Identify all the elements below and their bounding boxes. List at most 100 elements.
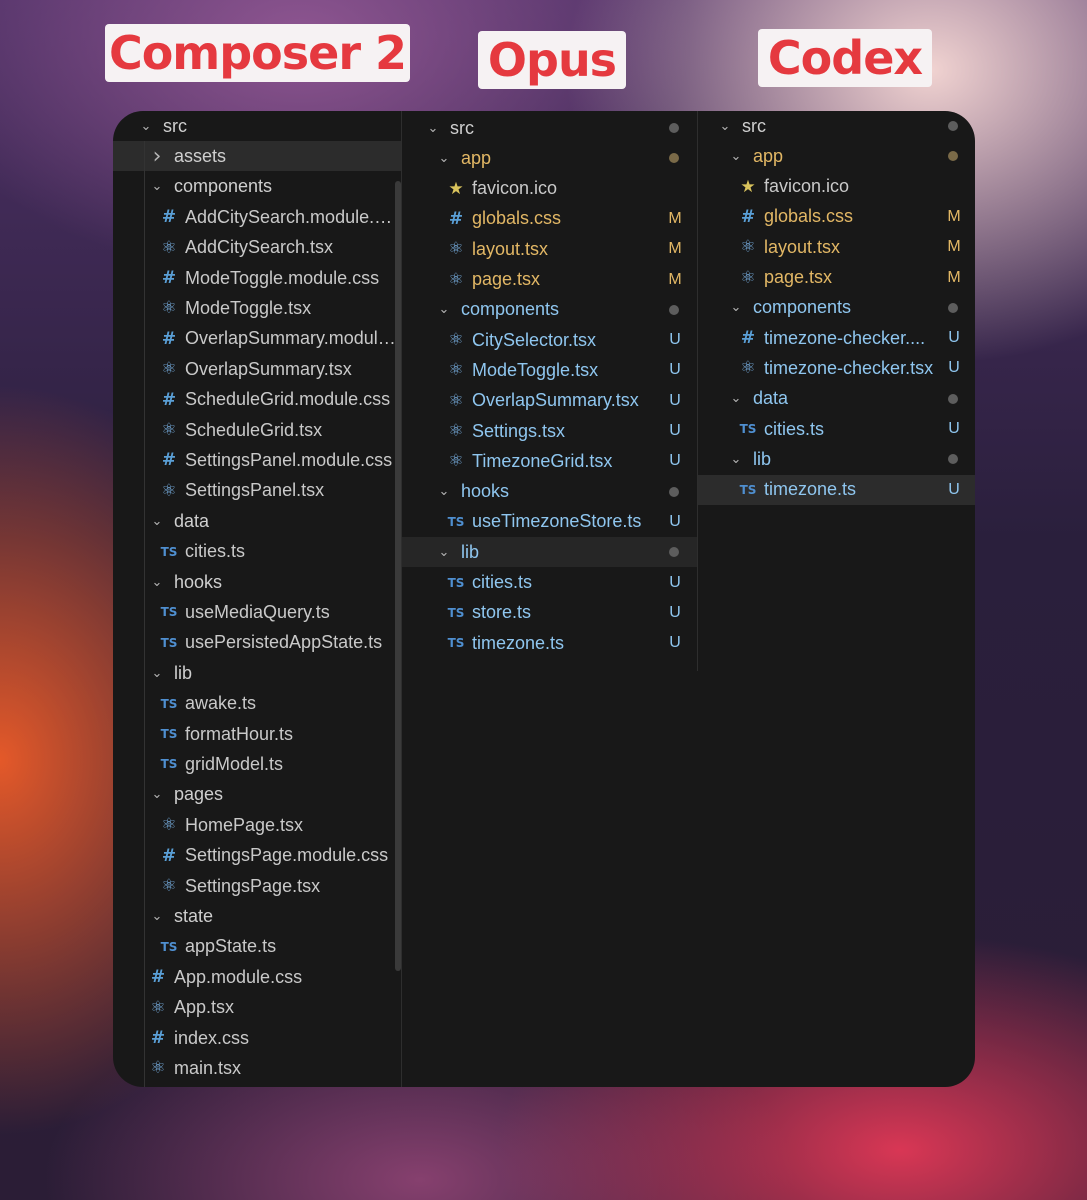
file-index-css[interactable]: # index.css — [113, 1023, 401, 1053]
file-timezonegrid-tsx[interactable]: ⚛ TimezoneGrid.tsx U — [402, 446, 697, 476]
file-modetoggle-tsx[interactable]: ⚛ ModeToggle.tsx — [113, 293, 401, 323]
file-cities-ts[interactable]: TS cities.ts U — [402, 568, 697, 598]
item-label: timezone-checker.... — [764, 327, 926, 348]
file-overlapsummary-module[interactable]: # OverlapSummary.module... — [113, 324, 401, 354]
chevron-down-icon[interactable]: ⌄ — [137, 119, 155, 134]
chevron-down-icon[interactable]: ⌄ — [148, 666, 166, 681]
folder-src[interactable]: ⌄ src — [698, 111, 975, 141]
item-label: src — [450, 117, 474, 138]
file-overlapsummary-tsx[interactable]: ⚛ OverlapSummary.tsx — [113, 354, 401, 384]
chevron-down-icon[interactable]: ⌄ — [727, 391, 745, 406]
file-timezone-checker-tsx[interactable]: ⚛ timezone-checker.tsx U — [698, 353, 975, 383]
folder-hooks[interactable]: ⌄ hooks — [113, 567, 401, 597]
file-app-tsx[interactable]: ⚛ App.tsx — [113, 993, 401, 1023]
file-layout-tsx[interactable]: ⚛ layout.tsx M — [698, 232, 975, 262]
folder-lib[interactable]: ⌄ lib — [113, 658, 401, 688]
file-awake-ts[interactable]: TS awake.ts — [113, 689, 401, 719]
chevron-down-icon[interactable]: ⌄ — [424, 121, 442, 136]
changes-dot — [948, 454, 958, 465]
chevron-down-icon[interactable]: ⌄ — [716, 119, 734, 134]
file-gridmodel-ts[interactable]: TS gridModel.ts — [113, 749, 401, 779]
folder-assets[interactable]: › assets — [113, 141, 401, 172]
hash-icon: # — [161, 207, 177, 228]
file-layout-tsx[interactable]: ⚛ layout.tsx M — [402, 234, 697, 264]
item-label: OverlapSummary.tsx — [472, 390, 639, 411]
file-page-tsx[interactable]: ⚛ page.tsx M — [402, 265, 697, 295]
file-schedulegrid-tsx[interactable]: ⚛ ScheduleGrid.tsx — [113, 415, 401, 445]
file-globals-css[interactable]: # globals.css M — [698, 202, 975, 232]
file-timezone-ts[interactable]: TS timezone.ts U — [698, 474, 975, 505]
file-appstate-ts[interactable]: TS appState.ts — [113, 932, 401, 962]
folder-components[interactable]: ⌄ components — [113, 172, 401, 202]
file-favicon-ico[interactable]: ★ favicon.ico — [402, 174, 697, 204]
file-settingspage-tsx[interactable]: ⚛ SettingsPage.tsx — [113, 871, 401, 901]
folder-data[interactable]: ⌄ data — [698, 384, 975, 414]
file-app-module-css[interactable]: # App.module.css — [113, 962, 401, 992]
chevron-down-icon[interactable]: ⌄ — [148, 514, 166, 529]
folder-app[interactable]: ⌄ app — [698, 141, 975, 171]
item-label: OverlapSummary.tsx — [185, 358, 352, 379]
file-overlapsummary-tsx[interactable]: ⚛ OverlapSummary.tsx U — [402, 386, 697, 416]
file-store-ts[interactable]: TS store.ts U — [402, 598, 697, 628]
chevron-down-icon[interactable]: ⌄ — [727, 300, 745, 315]
file-modetoggle-module-css[interactable]: # ModeToggle.module.css — [113, 263, 401, 293]
chevron-down-icon[interactable]: ⌄ — [148, 575, 166, 590]
chevron-down-icon[interactable]: ⌄ — [727, 452, 745, 467]
file-timezone-ts[interactable]: TS timezone.ts U — [402, 628, 697, 658]
typescript-icon: TS — [739, 422, 757, 436]
folder-src[interactable]: ⌄ src — [402, 113, 697, 143]
folder-data[interactable]: ⌄ data — [113, 506, 401, 536]
file-cityselector-tsx[interactable]: ⚛ CitySelector.tsx U — [402, 325, 697, 355]
chevron-down-icon[interactable]: ⌄ — [435, 484, 453, 499]
folder-components[interactable]: ⌄ components — [698, 293, 975, 323]
chevron-down-icon[interactable]: ⌄ — [148, 179, 166, 194]
file-settingspanel-tsx[interactable]: ⚛ SettingsPanel.tsx — [113, 476, 401, 506]
label-opus: Opus — [478, 31, 626, 89]
hash-icon: # — [150, 1028, 166, 1048]
file-usepersistedappstate-ts[interactable]: TS usePersistedAppState.ts — [113, 628, 401, 658]
item-label: SettingsPanel.module.css — [185, 449, 393, 470]
item-label: ModeToggle.tsx — [185, 297, 312, 318]
react-icon: ⚛ — [161, 876, 177, 896]
file-formathour-ts[interactable]: TS formatHour.ts — [113, 719, 401, 749]
folder-src[interactable]: ⌄ src — [113, 111, 401, 141]
file-settings-tsx[interactable]: ⚛ Settings.tsx U — [402, 416, 697, 446]
typescript-icon: TS — [160, 605, 178, 620]
item-label: data — [174, 510, 210, 531]
file-settingspage-module-css[interactable]: # SettingsPage.module.css — [113, 841, 401, 871]
hash-icon: # — [161, 268, 177, 288]
file-settingspanel-module-css[interactable]: # SettingsPanel.module.css — [113, 445, 401, 475]
file-cities-ts[interactable]: TS cities.ts — [113, 537, 401, 567]
folder-lib[interactable]: ⌄ lib — [698, 444, 975, 474]
folder-app[interactable]: ⌄ app — [402, 143, 697, 173]
folder-state[interactable]: ⌄ state — [113, 901, 401, 931]
hash-icon: # — [161, 450, 177, 471]
file-usemediaquery-ts[interactable]: TS useMediaQuery.ts — [113, 597, 401, 627]
file-schedulegrid-module-css[interactable]: # ScheduleGrid.module.css — [113, 385, 401, 415]
file-homepage-tsx[interactable]: ⚛ HomePage.tsx — [113, 810, 401, 840]
file-globals-css[interactable]: # globals.css M — [402, 204, 697, 234]
chevron-down-icon[interactable]: ⌄ — [148, 909, 166, 924]
file-modetoggle-tsx[interactable]: ⚛ ModeToggle.tsx U — [402, 355, 697, 385]
file-favicon-ico[interactable]: ★ favicon.ico — [698, 172, 975, 202]
file-page-tsx[interactable]: ⚛ page.tsx M — [698, 263, 975, 293]
folder-pages[interactable]: ⌄ pages — [113, 780, 401, 810]
file-addcitysearch-tsx[interactable]: ⚛ AddCitySearch.tsx — [113, 233, 401, 263]
chevron-right-icon[interactable]: › — [148, 144, 166, 169]
item-label: gridModel.ts — [185, 753, 284, 774]
chevron-down-icon[interactable]: ⌄ — [727, 149, 745, 164]
chevron-down-icon[interactable]: ⌄ — [435, 302, 453, 317]
chevron-down-icon[interactable]: ⌄ — [148, 787, 166, 802]
folder-components[interactable]: ⌄ components — [402, 295, 697, 325]
chevron-down-icon[interactable]: ⌄ — [435, 545, 453, 560]
item-label: globals.css — [764, 206, 854, 227]
chevron-down-icon[interactable]: ⌄ — [435, 151, 453, 166]
folder-hooks[interactable]: ⌄ hooks — [402, 477, 697, 507]
file-addcitysearch-module-css[interactable]: # AddCitySearch.module.css — [113, 202, 401, 232]
file-timezone-checker[interactable]: # timezone-checker.... U — [698, 323, 975, 353]
item-label: HomePage.tsx — [185, 814, 304, 835]
file-cities-ts[interactable]: TS cities.ts U — [698, 414, 975, 444]
file-main-tsx[interactable]: ⚛ main.tsx — [113, 1053, 401, 1083]
file-usetimezonestore-ts[interactable]: TS useTimezoneStore.ts U — [402, 507, 697, 537]
folder-lib[interactable]: ⌄ lib — [402, 537, 697, 568]
